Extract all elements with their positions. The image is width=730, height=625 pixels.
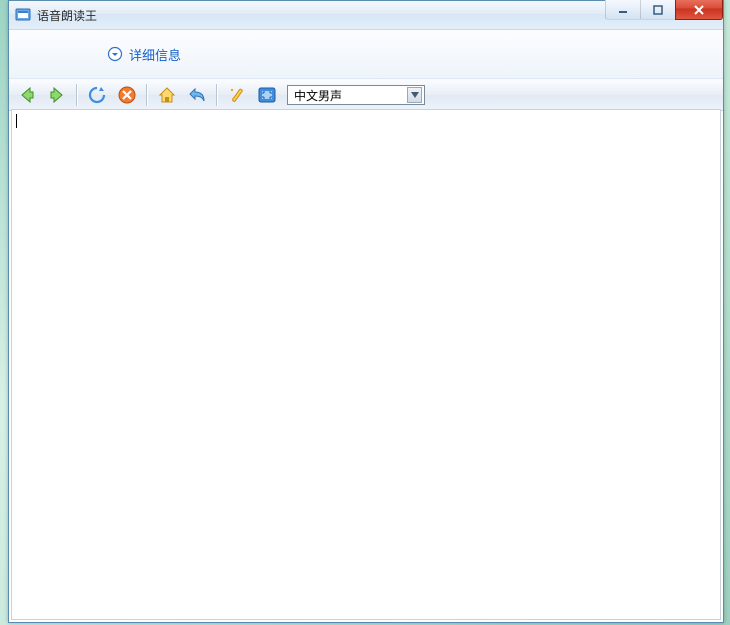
toolbar-separator — [216, 84, 218, 106]
refresh-icon — [87, 85, 107, 105]
window-title: 语音朗读王 — [37, 7, 97, 24]
refresh-button[interactable] — [83, 81, 111, 109]
details-link[interactable]: 详细信息 — [129, 45, 181, 64]
arrow-right-icon — [47, 85, 67, 105]
chevron-down-circle-icon[interactable] — [107, 46, 123, 62]
text-cursor — [16, 114, 17, 128]
close-icon — [693, 5, 705, 15]
maximize-button[interactable] — [640, 0, 675, 20]
undo-icon — [187, 85, 207, 105]
forward-button[interactable] — [43, 81, 71, 109]
back-button[interactable] — [13, 81, 41, 109]
toolbar-separator — [146, 84, 148, 106]
fullscreen-icon — [257, 85, 277, 105]
details-bar: 详细信息 — [9, 30, 723, 79]
magic-wand-icon — [227, 85, 247, 105]
arrow-left-icon — [17, 85, 37, 105]
title-bar: 语音朗读王 — [9, 1, 723, 30]
undo-button[interactable] — [183, 81, 211, 109]
dropdown-arrow-icon — [407, 87, 422, 103]
home-icon — [157, 85, 177, 105]
voice-select[interactable]: 中文男声 — [287, 85, 425, 105]
app-icon — [15, 7, 31, 23]
close-button[interactable] — [675, 0, 723, 20]
fullscreen-button[interactable] — [253, 81, 281, 109]
home-button[interactable] — [153, 81, 181, 109]
voice-select-value: 中文男声 — [294, 87, 342, 104]
window-controls — [605, 0, 723, 20]
toolbar: 中文男声 — [9, 79, 723, 111]
app-window: 语音朗读王 — [8, 0, 724, 623]
text-area[interactable] — [11, 109, 721, 620]
toolbar-separator — [76, 84, 78, 106]
maximize-icon — [653, 5, 663, 15]
magic-wand-button[interactable] — [223, 81, 251, 109]
stop-icon — [117, 85, 137, 105]
minimize-button[interactable] — [605, 0, 640, 20]
stop-button[interactable] — [113, 81, 141, 109]
minimize-icon — [618, 5, 628, 15]
